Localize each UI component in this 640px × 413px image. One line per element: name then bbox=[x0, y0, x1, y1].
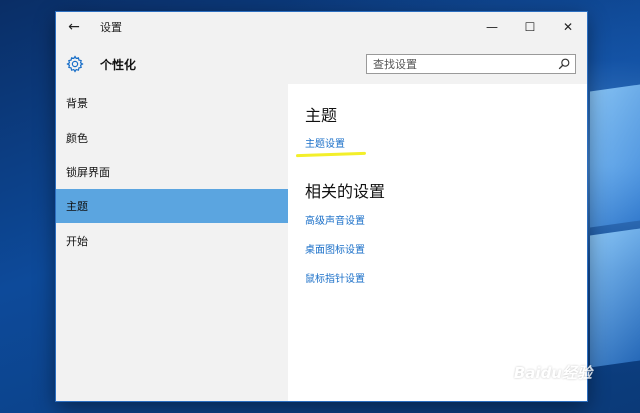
main-content: 主题 主题设置 相关的设置 高级声音设置 桌面图标设置 鼠标指针设置 bbox=[288, 84, 587, 401]
sidebar-item-background[interactable]: 背景 bbox=[56, 86, 288, 120]
theme-settings-link[interactable]: 主题设置 bbox=[305, 135, 345, 150]
search-input[interactable] bbox=[367, 55, 559, 73]
maximize-button[interactable]: ☐ bbox=[511, 12, 549, 42]
sidebar-item-lock-screen[interactable]: 锁屏界面 bbox=[56, 155, 288, 189]
maximize-icon: ☐ bbox=[524, 20, 536, 34]
settings-window: ← 设置 — ☐ ✕ 个性化 背景 颜色 锁屏界面 主题 开始 bbox=[56, 12, 587, 401]
sidebar-item-label: 背景 bbox=[66, 97, 88, 110]
desktop-icon-settings-link[interactable]: 桌面图标设置 bbox=[305, 241, 365, 256]
watermark-url: jingyan.baidu.com bbox=[500, 389, 584, 399]
advanced-sound-settings-link[interactable]: 高级声音设置 bbox=[305, 212, 365, 227]
windows-logo-pane-top bbox=[590, 84, 640, 228]
sidebar-item-start[interactable]: 开始 bbox=[56, 224, 288, 258]
gear-icon bbox=[66, 55, 84, 73]
sidebar-item-colors[interactable]: 颜色 bbox=[56, 121, 288, 155]
sidebar-item-themes[interactable]: 主题 bbox=[56, 189, 288, 223]
window-controls: — ☐ ✕ bbox=[473, 12, 587, 42]
baidu-watermark: Baidu经验 jingyan.baidu.com bbox=[480, 357, 600, 403]
title-bar: ← 设置 — ☐ ✕ bbox=[56, 12, 587, 42]
sidebar-item-label: 主题 bbox=[66, 200, 88, 213]
mouse-pointer-settings-link[interactable]: 鼠标指针设置 bbox=[305, 270, 365, 285]
back-arrow-icon: ← bbox=[68, 19, 80, 35]
search-icon[interactable] bbox=[557, 57, 571, 71]
sidebar: 背景 颜色 锁屏界面 主题 开始 bbox=[56, 84, 288, 401]
minimize-button[interactable]: — bbox=[473, 12, 511, 42]
close-button[interactable]: ✕ bbox=[549, 12, 587, 42]
sidebar-item-label: 颜色 bbox=[66, 132, 88, 145]
search-box[interactable] bbox=[366, 54, 576, 74]
annotation-underline bbox=[295, 151, 367, 158]
close-icon: ✕ bbox=[562, 20, 574, 34]
sidebar-item-label: 锁屏界面 bbox=[66, 166, 110, 179]
sidebar-item-label: 开始 bbox=[66, 235, 88, 248]
section-title-related-settings: 相关的设置 bbox=[305, 182, 386, 201]
window-title: 设置 bbox=[100, 21, 122, 34]
page-title: 个性化 bbox=[100, 58, 137, 72]
minimize-icon: — bbox=[486, 20, 498, 34]
section-title-themes: 主题 bbox=[305, 106, 338, 125]
page-header: 个性化 bbox=[56, 42, 587, 85]
back-button[interactable]: ← bbox=[56, 12, 92, 42]
watermark-brand: Baidu经验 bbox=[513, 364, 592, 382]
windows-logo-pane-bottom bbox=[590, 228, 640, 368]
